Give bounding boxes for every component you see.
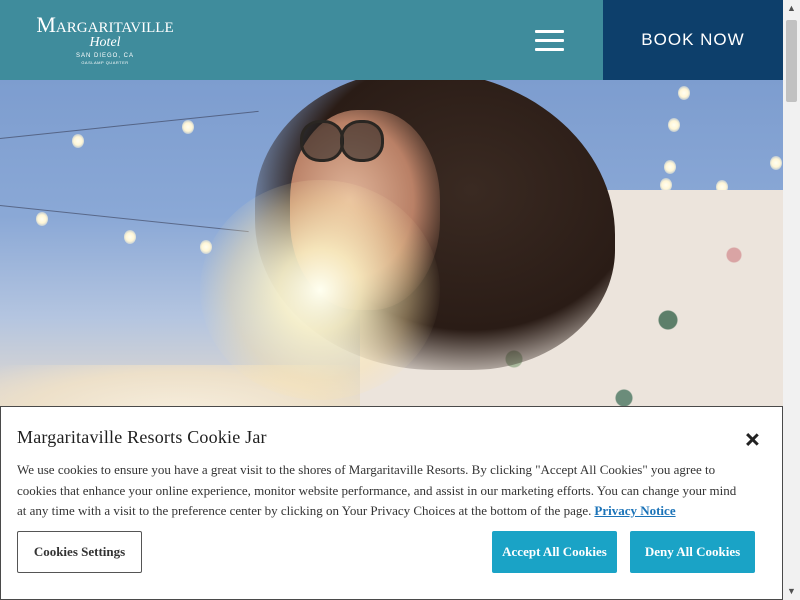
hero-image [0, 80, 783, 420]
cookie-banner-title: Margaritaville Resorts Cookie Jar [17, 427, 267, 447]
string-light-bulb [668, 118, 680, 132]
string-light-bulb [678, 86, 690, 100]
privacy-notice-link[interactable]: Privacy Notice [594, 503, 675, 518]
string-light-bulb [770, 156, 782, 170]
hamburger-line [535, 30, 564, 33]
sunglasses-lens [300, 120, 344, 162]
hamburger-menu-icon[interactable] [535, 30, 565, 52]
cookies-settings-button[interactable]: Cookies Settings [17, 531, 142, 573]
hamburger-line [535, 48, 564, 51]
scroll-up-arrow-icon[interactable]: ▲ [783, 0, 800, 17]
cookie-banner-description: We use cookies to ensure you have a grea… [17, 460, 737, 522]
page-scrollbar[interactable]: ▲ ▼ [783, 0, 800, 600]
string-light-bulb [36, 212, 48, 226]
scroll-down-arrow-icon[interactable]: ▼ [783, 583, 800, 600]
hero-sun-flare [200, 180, 440, 400]
margaritaville-hotel-logo[interactable]: Margaritaville Hotel SAN DIEGO, CA GASLA… [30, 12, 180, 72]
string-light-bulb [182, 120, 194, 134]
light-string [0, 110, 259, 139]
logo-hotel-script: Hotel [89, 35, 121, 50]
accept-all-cookies-button[interactable]: Accept All Cookies [492, 531, 617, 573]
cookie-consent-banner: Margaritaville Resorts Cookie Jar We use… [0, 406, 783, 600]
book-now-button[interactable]: BOOK NOW [603, 0, 783, 80]
site-header: Margaritaville Hotel SAN DIEGO, CA GASLA… [0, 0, 783, 80]
string-light-bulb [72, 134, 84, 148]
close-icon[interactable] [741, 429, 763, 451]
page: Margaritaville Hotel SAN DIEGO, CA GASLA… [0, 0, 800, 600]
sunglasses-lens [340, 120, 384, 162]
hamburger-line [535, 39, 564, 42]
scrollbar-thumb[interactable] [786, 20, 797, 102]
logo-location: SAN DIEGO, CA [75, 53, 134, 59]
string-light-bulb [124, 230, 136, 244]
deny-all-cookies-button[interactable]: Deny All Cookies [630, 531, 755, 573]
hero-sunglasses [300, 120, 384, 170]
logo-district: GASLAMP QUARTER [81, 60, 129, 65]
string-light-bulb [664, 160, 676, 174]
